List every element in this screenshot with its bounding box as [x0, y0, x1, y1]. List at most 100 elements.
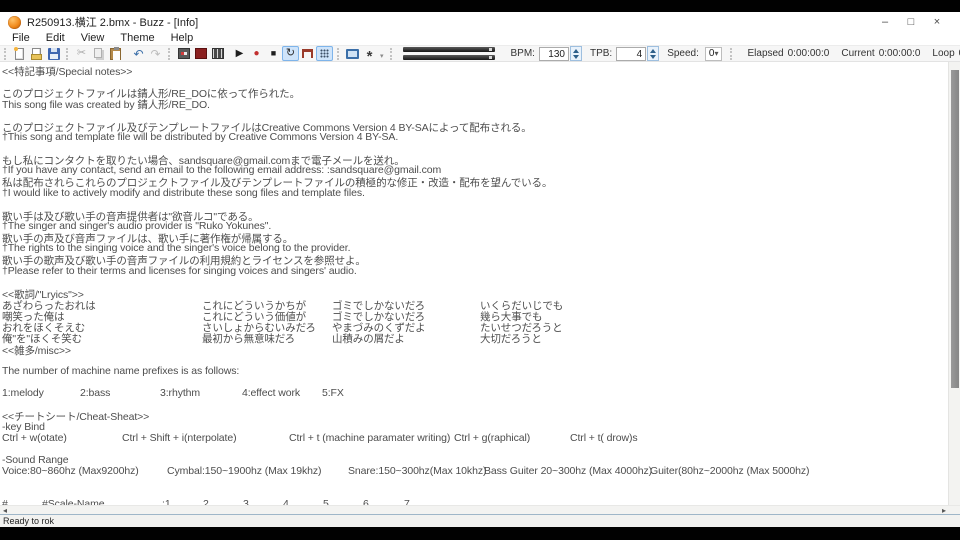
- bpm-spin-buttons[interactable]: [569, 46, 582, 61]
- tpb-spinner: 4: [616, 46, 660, 61]
- monitor-button[interactable]: [344, 46, 361, 61]
- toolbar-grip[interactable]: [730, 47, 734, 60]
- text-line: もし私にコンタクトを取りたい場合、sandsquare@gmail.comまで電…: [2, 153, 948, 167]
- tpb-spin-buttons[interactable]: [647, 46, 660, 61]
- bpm-label: BPM:: [510, 48, 535, 59]
- text-line: [2, 109, 948, 120]
- info-text[interactable]: <<特記事項/Special notes>> このプロジェクトファイルは錆人形/R…: [0, 62, 948, 505]
- new-file-icon: [14, 46, 24, 60]
- volume-thumb[interactable]: [488, 56, 492, 59]
- text-line: †The singer and singer's audio provider …: [2, 220, 948, 232]
- text-line: <<特記事項/Special notes>>: [2, 64, 948, 78]
- text-line: -Sound Range: [2, 454, 948, 466]
- machine-view-icon: [177, 48, 190, 59]
- time-display: Elapsed 0:00:00:0 Current 0:00:00:0 Loop…: [747, 48, 960, 59]
- letterbox-top: [0, 0, 960, 12]
- record-button[interactable]: ●: [248, 46, 265, 61]
- copy-button[interactable]: [90, 46, 107, 61]
- speed-dropdown[interactable]: 0 ▾: [704, 46, 723, 61]
- stop-icon: ■: [270, 48, 277, 58]
- buzz-app-icon: [8, 15, 21, 29]
- menu-item-theme[interactable]: Theme: [112, 32, 162, 45]
- text-line: [2, 487, 948, 498]
- text-line: [2, 476, 948, 487]
- text-line: [2, 354, 948, 365]
- vertical-scrollbar[interactable]: [948, 62, 960, 505]
- bpm-input[interactable]: 130: [538, 46, 569, 61]
- sequence-view-button[interactable]: [209, 46, 226, 61]
- toolbar-grip[interactable]: [389, 47, 394, 60]
- menu-item-help[interactable]: Help: [163, 32, 202, 45]
- loop-toggle-button[interactable]: ↻: [282, 46, 299, 61]
- toolbar-grip[interactable]: [337, 47, 341, 60]
- text-line: 歌い手は及び歌い手の音声提供者は"欲音ルコ"である。: [2, 209, 948, 223]
- toolbar-grip[interactable]: [66, 47, 70, 60]
- text-line: This song file was created by 錆人形/RE_DO.: [2, 97, 948, 111]
- toolbar-grip[interactable]: [4, 47, 8, 60]
- menu-item-file[interactable]: File: [4, 32, 38, 45]
- volume-bar-right[interactable]: [402, 55, 495, 60]
- elapsed-value: 0:00:00:0: [787, 48, 830, 59]
- spin-down-icon[interactable]: [650, 54, 657, 59]
- close-button[interactable]: ×: [924, 14, 950, 30]
- letterbox-bottom: [0, 527, 960, 540]
- elapsed-label: Elapsed: [747, 48, 784, 59]
- new-file-button[interactable]: [11, 46, 28, 61]
- text-line: [2, 198, 948, 209]
- toolbar: ✂ ↶ ↷ ▶ ● ■ ↻ * ▾ BPM: 130 TPB: 4 Speed:…: [0, 45, 960, 64]
- play-icon: ▶: [235, 47, 244, 59]
- open-file-button[interactable]: [28, 46, 45, 61]
- text-line: このプロジェクトファイルは錆人形/RE_DOに依って作られた。: [2, 86, 948, 100]
- pattern-view-button[interactable]: [192, 46, 209, 61]
- text-line: Ctrl + w(otate) Ctrl + Shift + i(nterpola…: [2, 432, 948, 444]
- speed-label: Speed:: [667, 48, 699, 59]
- cut-icon: ✂: [76, 47, 87, 59]
- text-line: <<歌詞/"Lryics">>: [2, 287, 948, 301]
- cpu-button[interactable]: *: [361, 46, 378, 64]
- undo-button[interactable]: ↶: [130, 46, 147, 61]
- record-mode-button[interactable]: [299, 46, 316, 61]
- screen: R250913.横江 2.bmx - Buzz - [Info] – □ × F…: [0, 0, 960, 540]
- loop-label: Loop: [932, 48, 955, 59]
- open-file-icon: [31, 47, 42, 60]
- window-title: R250913.横江 2.bmx - Buzz - [Info]: [27, 17, 199, 29]
- text-line: このプロジェクトファイル及びテンプレートファイルはCreative Common…: [2, 120, 948, 134]
- machine-view-button[interactable]: [175, 46, 192, 61]
- vertical-scrollbar-thumb[interactable]: [951, 70, 959, 388]
- save-button[interactable]: [45, 46, 62, 61]
- spin-down-icon[interactable]: [572, 54, 579, 59]
- stop-button[interactable]: ■: [265, 46, 282, 61]
- maximize-button[interactable]: □: [898, 14, 924, 30]
- spin-up-icon[interactable]: [572, 48, 579, 53]
- text-line: †If you have any contact, send an email …: [2, 164, 948, 176]
- text-line: 歌い手の歌声及び歌い手の音声ファイルの利用規約とライセンスを参照せよ。: [2, 253, 948, 267]
- minimize-button[interactable]: –: [872, 14, 898, 30]
- sequence-view-icon: [211, 48, 224, 59]
- volume-thumb[interactable]: [488, 48, 492, 51]
- tpb-label: TPB:: [589, 48, 613, 59]
- loop-icon: ↻: [285, 47, 296, 59]
- pattern-follow-button[interactable]: [316, 46, 333, 61]
- pattern-view-icon: [194, 48, 207, 59]
- spin-up-icon[interactable]: [650, 48, 657, 53]
- horizontal-scrollbar[interactable]: ◂ ▸: [0, 505, 960, 515]
- toolbar-overflow-icon[interactable]: ▾: [380, 52, 384, 60]
- cut-button[interactable]: ✂: [73, 46, 90, 61]
- redo-button[interactable]: ↷: [147, 46, 164, 61]
- text-line: [2, 398, 948, 409]
- text-line: Voice:80~860hz (Max9200hz) Cymbal:150~190…: [2, 465, 948, 477]
- volume-bar-left[interactable]: [402, 47, 495, 52]
- redo-icon: ↷: [150, 46, 161, 61]
- text-line: †Please refer to their terms and license…: [2, 265, 948, 277]
- menu-item-edit[interactable]: Edit: [38, 32, 73, 45]
- play-button[interactable]: ▶: [231, 46, 248, 61]
- toolbar-grip[interactable]: [168, 47, 172, 60]
- tpb-input[interactable]: 4: [616, 46, 647, 61]
- paste-button[interactable]: [107, 46, 124, 61]
- monitor-icon: [346, 48, 359, 59]
- copy-icon: [93, 47, 102, 58]
- text-line: The number of machine name prefixes is a…: [2, 365, 948, 377]
- master-volume-slider[interactable]: [402, 47, 495, 60]
- menu-bar: File Edit View Theme Help: [0, 32, 960, 45]
- menu-item-view[interactable]: View: [73, 32, 113, 45]
